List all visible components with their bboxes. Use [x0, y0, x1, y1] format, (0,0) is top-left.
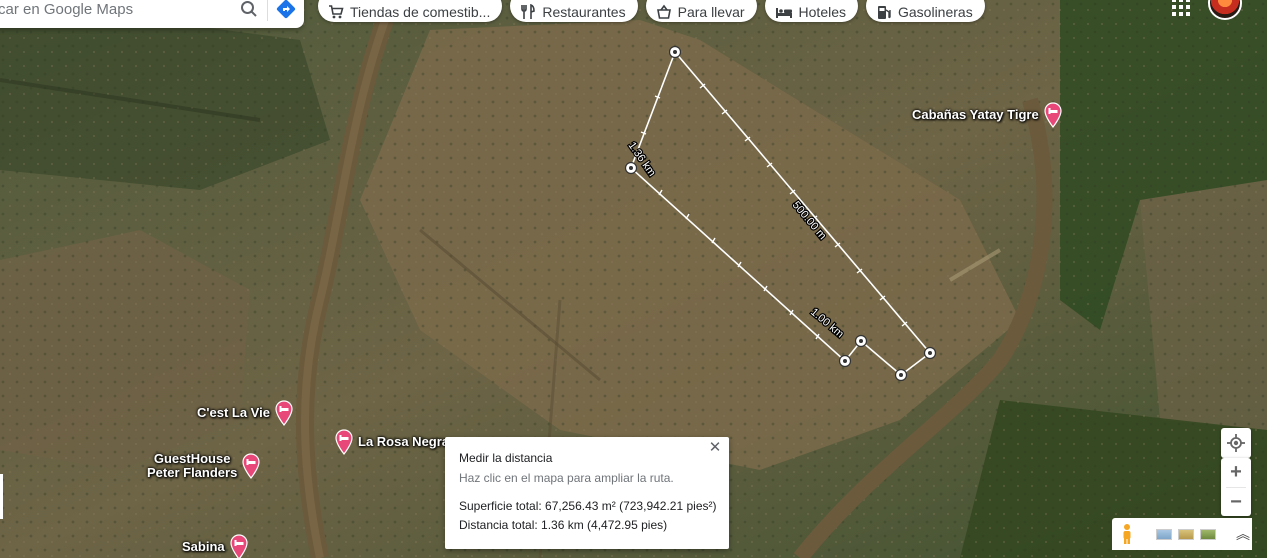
chip-label: Hoteles [798, 4, 846, 20]
category-chips: Tiendas de comestib... Restaurantes Para… [318, 0, 985, 22]
layer-thumb-satellite[interactable] [1200, 528, 1216, 540]
chip-label: Gasolineras [898, 4, 973, 20]
chip-label: Para llevar [677, 4, 745, 20]
search-icon[interactable] [231, 0, 267, 28]
layer-thumb-map[interactable] [1156, 528, 1172, 540]
chip-restaurants[interactable]: Restaurantes [510, 0, 638, 22]
poi-la-rosa-negra[interactable]: La Rosa Negra [334, 429, 449, 455]
hotel-pin-icon [335, 429, 353, 455]
hotel-pin-icon [1044, 102, 1062, 128]
measure-total-distance: Distancia total: 1.36 km (4,472.95 pies) [459, 518, 668, 532]
poi-cest-la-vie[interactable]: C'est La Vie [197, 400, 294, 426]
poi-label: La Rosa Negra [358, 434, 450, 449]
directions-icon[interactable] [268, 0, 304, 28]
left-panel-edge [0, 474, 3, 519]
search-input[interactable]: car en Google Maps [0, 1, 231, 18]
poi-label: C'est La Vie [197, 405, 270, 420]
chip-takeout[interactable]: Para llevar [645, 0, 757, 22]
chip-label: Restaurantes [542, 4, 626, 20]
measure-total-area: Superficie total: 67,256.43 m² (723,942.… [459, 499, 717, 513]
my-location-icon [1227, 434, 1245, 452]
poi-guesthouse-peter-flanders[interactable]: GuestHouse Peter Flanders [147, 452, 261, 480]
poi-label: GuestHouse [153, 451, 231, 466]
chip-label: Tiendas de comestib... [350, 4, 491, 20]
measure-card-hint: Haz clic en el mapa para ampliar la ruta… [459, 471, 674, 485]
zoom-out-button[interactable]: − [1221, 488, 1251, 517]
poi-label-line2: Peter Flanders [147, 465, 238, 480]
poi-label: Cabañas Yatay Tigre [912, 107, 1039, 122]
map-bottom-bar: ︽ [1112, 518, 1252, 550]
layer-thumb-terrain[interactable] [1178, 528, 1194, 540]
pegman-icon[interactable] [1120, 523, 1134, 545]
chip-gas-stations[interactable]: Gasolineras [866, 0, 985, 22]
chip-groceries[interactable]: Tiendas de comestib... [318, 0, 503, 22]
chevron-up-icon[interactable]: ︽ [1236, 524, 1250, 544]
chip-hotels[interactable]: Hoteles [764, 0, 858, 22]
search-box[interactable]: car en Google Maps [0, 0, 304, 28]
hotel-pin-icon [230, 534, 248, 558]
poi-label-group: GuestHouse Peter Flanders [147, 452, 237, 480]
measure-distance-card: ✕ Medir la distancia Haz clic en el mapa… [445, 437, 729, 549]
hotel-pin-icon [242, 453, 260, 479]
my-location-button[interactable] [1221, 428, 1251, 458]
zoom-controls: + − [1221, 458, 1251, 516]
gas-pump-icon [878, 6, 891, 19]
poi-sabina[interactable]: Sabina [182, 534, 249, 558]
poi-cabanas-yatay-tigre[interactable]: Cabañas Yatay Tigre [912, 102, 1063, 128]
apps-grid-icon[interactable] [1170, 0, 1192, 18]
takeout-icon [656, 4, 671, 19]
measure-card-title: Medir la distancia [459, 451, 553, 465]
bed-icon [775, 8, 792, 18]
zoom-in-button[interactable]: + [1221, 458, 1251, 487]
poi-label: Sabina [182, 539, 225, 554]
cart-icon [329, 5, 344, 19]
close-icon[interactable]: ✕ [707, 440, 723, 456]
hotel-pin-icon [275, 400, 293, 426]
utensils-icon [521, 4, 536, 19]
